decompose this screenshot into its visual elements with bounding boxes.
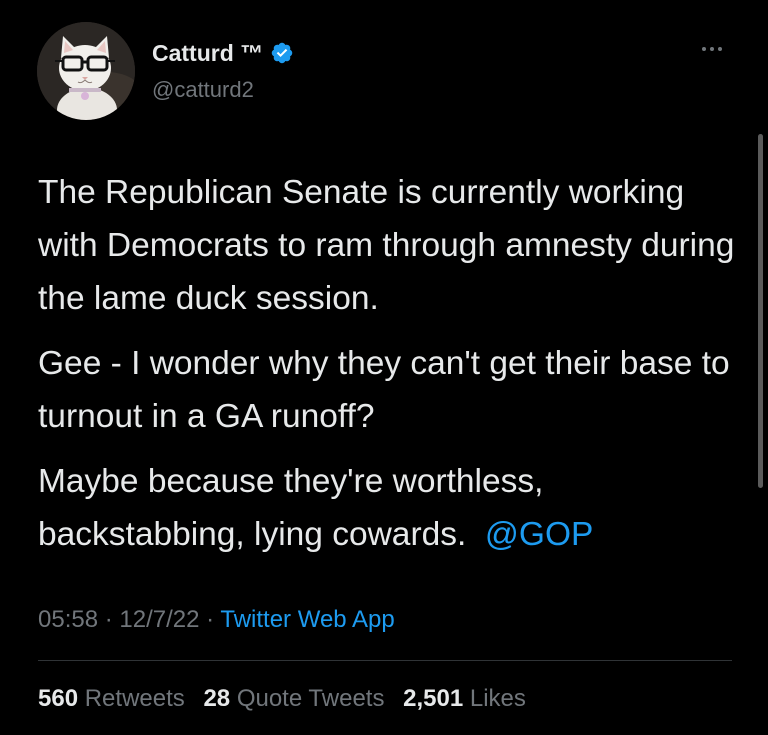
likes-label: Likes [469,685,526,712]
retweets-label: Retweets [84,685,185,712]
quote-tweets-label: Quote Tweets [236,685,385,712]
avatar[interactable] [37,22,135,120]
scrollbar[interactable] [758,134,763,488]
mention-link[interactable]: @GOP [485,516,593,553]
tweet-source-link[interactable]: Twitter Web App [220,606,394,633]
tweet-paragraph: Gee - I wonder why they can't get their … [38,345,730,435]
quote-tweets-stat[interactable]: 28 Quote Tweets [203,685,384,712]
tweet-paragraph: The Republican Senate is currently worki… [38,174,735,317]
verified-badge-icon [271,42,293,64]
divider [38,660,732,661]
meta-separator: · [98,606,120,633]
likes-stat[interactable]: 2,501 Likes [403,685,526,712]
retweets-stat[interactable]: 560 Retweets [38,685,185,712]
tweet-paragraph-with-mention: Maybe because they're worthless, backsta… [38,455,748,561]
retweets-count: 560 [38,685,79,712]
author-handle[interactable]: @catturd2 [152,75,254,105]
quote-tweets-count: 28 [203,685,231,712]
tweet-stats: 560 Retweets 28 Quote Tweets 2,501 Likes [38,682,538,716]
likes-count: 2,501 [403,685,464,712]
meta-separator: · [199,606,221,633]
tweet-paragraph-text: Maybe because they're worthless, backsta… [38,463,553,553]
author-name-row[interactable]: Catturd ™ [152,38,294,68]
tweet-date[interactable]: 12/7/22 [119,606,199,633]
author-display-name[interactable]: Catturd ™ [152,38,263,68]
tweet-text: The Republican Senate is currently worki… [38,166,748,573]
cat-avatar-icon [37,22,135,120]
more-options-icon[interactable] [696,38,736,60]
tweet-time[interactable]: 05:58 [38,606,98,633]
tweet-meta: 05:58 · 12/7/22 · Twitter Web App [38,604,395,636]
tweet: Catturd ™ @catturd2 The Republican Senat… [0,0,768,735]
